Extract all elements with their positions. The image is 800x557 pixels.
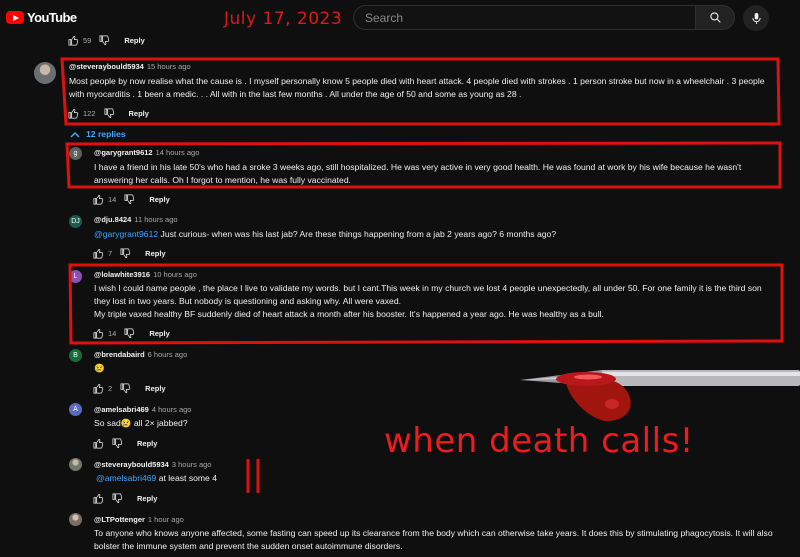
comment-meta: @steveraybould5934 15 hours ago xyxy=(69,62,191,71)
avatar[interactable]: B xyxy=(69,349,82,362)
comment-time[interactable]: 3 hours ago xyxy=(172,460,212,469)
like-icon[interactable] xyxy=(68,35,79,46)
comment-time[interactable]: 1 hour ago xyxy=(148,515,184,524)
replies-toggle[interactable]: 12 replies xyxy=(70,129,126,139)
comment-text: To anyone who knows anyone affected, som… xyxy=(94,528,773,551)
reply-button[interactable]: Reply xyxy=(129,109,149,118)
replies-count: 12 replies xyxy=(86,129,126,139)
comment-text: So sad😢 all 2× jabbed? xyxy=(94,418,188,428)
voice-search-button[interactable] xyxy=(743,5,769,31)
like-count: 59 xyxy=(83,36,92,45)
like-icon[interactable] xyxy=(93,438,104,449)
reply-button[interactable]: Reply xyxy=(145,384,165,393)
comment-meta: @steveraybould5934 3 hours ago xyxy=(94,460,211,469)
avatar[interactable]: A xyxy=(69,403,82,416)
like-count: 122 xyxy=(83,109,96,118)
search-button[interactable] xyxy=(695,5,735,30)
dislike-icon[interactable] xyxy=(104,108,115,119)
avatar[interactable] xyxy=(34,62,56,84)
like-count: 14 xyxy=(108,329,117,338)
comment-meta: @lolawhite3916 10 hours ago xyxy=(94,270,197,279)
dislike-icon[interactable] xyxy=(124,328,135,339)
dislike-icon[interactable] xyxy=(120,248,131,259)
reply-button[interactable]: Reply xyxy=(124,36,144,45)
comment-text: @garygrant9612 Just curious- when was hi… xyxy=(94,228,774,241)
comment-author[interactable]: @dju.8424 xyxy=(94,215,131,224)
mention-link[interactable]: @garygrant9612 xyxy=(94,229,158,239)
avatar[interactable]: DJ xyxy=(69,215,82,228)
like-icon[interactable] xyxy=(93,248,104,259)
comment-actions: 14 Reply xyxy=(93,194,170,205)
like-icon[interactable] xyxy=(93,328,104,339)
logo-text: YouTube xyxy=(27,10,77,25)
chevron-up-icon xyxy=(70,131,80,138)
comment-text: 😢 xyxy=(94,363,105,373)
comment-author[interactable]: @lolawhite3916 xyxy=(94,270,150,279)
date-stamp: July 17, 2023 xyxy=(224,9,343,29)
comment-text-content: Just curious- when was his last jab? Are… xyxy=(160,229,557,239)
dislike-icon[interactable] xyxy=(120,383,131,394)
comment-author[interactable]: @brendabaird xyxy=(94,350,145,359)
comment-author[interactable]: @LTPottenger xyxy=(94,515,145,524)
comment-actions: Reply xyxy=(93,438,157,449)
comment-meta: @brendabaird 6 hours ago xyxy=(94,350,187,359)
comment-time[interactable]: 14 hours ago xyxy=(156,148,200,157)
reply-button[interactable]: Reply xyxy=(137,494,157,503)
like-count: 2 xyxy=(108,384,113,393)
comment-text: I wish I could name people , the place I… xyxy=(94,283,762,306)
comment-text: I have a friend in his late 50's who had… xyxy=(94,162,742,185)
avatar[interactable]: g xyxy=(69,147,82,160)
comment-text-second-paragraph: My triple vaxed healthy BF suddenly died… xyxy=(94,309,604,319)
comment-meta: @amelsabri469 4 hours ago xyxy=(94,405,191,414)
youtube-logo[interactable]: YouTube xyxy=(6,10,77,25)
syringe-icon xyxy=(520,370,800,422)
comment-actions: 2 Reply xyxy=(93,383,166,394)
like-icon[interactable] xyxy=(93,194,104,205)
avatar[interactable]: L xyxy=(69,270,82,283)
reply-button[interactable]: Reply xyxy=(145,249,165,258)
comment-meta: @LTPottenger 1 hour ago xyxy=(94,515,184,524)
dislike-icon[interactable] xyxy=(99,35,110,46)
comment-time[interactable]: 11 hours ago xyxy=(134,215,177,224)
like-count: 14 xyxy=(108,195,117,204)
like-count: 7 xyxy=(108,249,113,258)
search-bar xyxy=(353,5,735,30)
reply-button[interactable]: Reply xyxy=(149,195,169,204)
comment-meta: @dju.8424 11 hours ago xyxy=(94,215,178,224)
avatar[interactable] xyxy=(69,458,82,471)
search-input[interactable] xyxy=(353,5,695,30)
dislike-icon[interactable] xyxy=(112,493,123,504)
dislike-icon[interactable] xyxy=(124,194,135,205)
comment-actions: 14 Reply xyxy=(93,328,170,339)
overlay-caption: when death calls! xyxy=(384,421,694,461)
comment-text: @amelsabri469 at least some 4 xyxy=(96,472,396,485)
like-icon[interactable] xyxy=(93,493,104,504)
reply-button[interactable]: Reply xyxy=(149,329,169,338)
comment-actions: 59 Reply xyxy=(68,35,145,46)
comment-meta: @garygrant9612 14 hours ago xyxy=(94,148,199,157)
dislike-icon[interactable] xyxy=(112,438,123,449)
comment-text: Most people by now realise what the caus… xyxy=(69,76,765,99)
comment-actions: 7 Reply xyxy=(93,248,166,259)
mention-link[interactable]: @amelsabri469 xyxy=(96,473,156,483)
reply-button[interactable]: Reply xyxy=(137,439,157,448)
avatar[interactable] xyxy=(69,513,82,526)
microphone-icon xyxy=(751,12,761,24)
comment-time[interactable]: 15 hours ago xyxy=(147,62,191,71)
comment-time[interactable]: 4 hours ago xyxy=(152,405,192,414)
comment-author[interactable]: @garygrant9612 xyxy=(94,148,153,157)
like-icon[interactable] xyxy=(68,108,79,119)
youtube-play-icon xyxy=(6,11,24,24)
comment-author[interactable]: @steveraybould5934 xyxy=(69,62,144,71)
comment-time[interactable]: 10 hours ago xyxy=(153,270,197,279)
comment-author[interactable]: @amelsabri469 xyxy=(94,405,149,414)
comment-text-content: at least some 4 xyxy=(158,473,217,483)
search-icon xyxy=(709,12,721,23)
comment-time[interactable]: 6 hours ago xyxy=(148,350,188,359)
like-icon[interactable] xyxy=(93,383,104,394)
comment-actions: 122 Reply xyxy=(68,108,149,119)
comment-actions: Reply xyxy=(93,493,157,504)
comment-author[interactable]: @steveraybould5934 xyxy=(94,460,169,469)
